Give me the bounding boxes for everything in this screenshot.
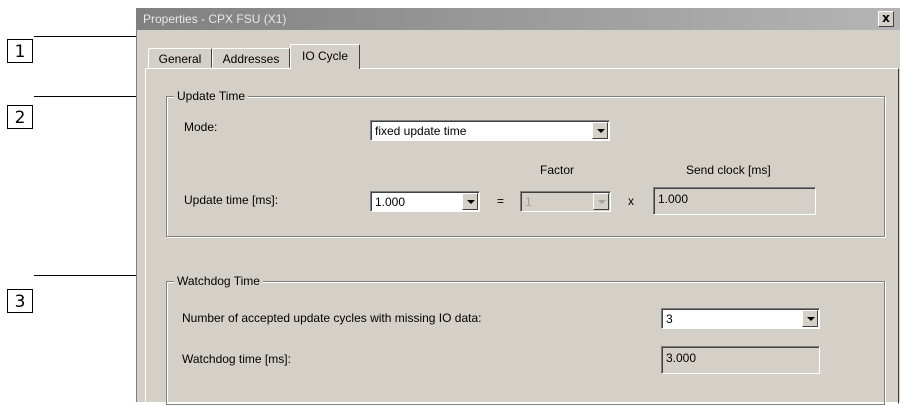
missing-cycles-select[interactable]: 3	[661, 308, 820, 329]
tab-general[interactable]: General	[148, 48, 212, 68]
missing-cycles-value: 3	[666, 312, 673, 326]
chevron-down-icon[interactable]	[592, 122, 608, 139]
update-time-group: Update Time Mode: fixed update time Fact…	[166, 89, 885, 237]
watchdog-time-field: 3.000	[661, 346, 820, 374]
send-clock-field: 1.000	[653, 187, 816, 215]
close-icon: x	[882, 11, 890, 25]
factor-select: 1	[520, 191, 611, 212]
update-time-select-value: 1.000	[375, 195, 406, 209]
watchdog-time-value: 3.000	[666, 351, 697, 365]
close-button[interactable]: x	[878, 11, 894, 27]
update-time-group-title: Update Time	[174, 89, 249, 103]
missing-cycles-label: Number of accepted update cycles with mi…	[182, 311, 482, 325]
chevron-down-icon[interactable]	[462, 193, 478, 210]
chevron-down-icon	[593, 193, 609, 210]
mode-label: Mode:	[184, 120, 218, 134]
tab-general-label: General	[158, 52, 202, 66]
update-time-select[interactable]: 1.000	[370, 191, 480, 212]
watchdog-time-group: Watchdog Time Number of accepted update …	[166, 274, 885, 405]
mode-select-value: fixed update time	[375, 124, 467, 138]
callout-2: 2	[7, 105, 33, 129]
watchdog-time-label: Watchdog time [ms]:	[182, 352, 291, 366]
title-bar[interactable]: Properties - CPX FSU (X1) x	[137, 8, 900, 30]
send-clock-value: 1.000	[658, 192, 689, 206]
tab-addresses-label: Addresses	[222, 52, 280, 66]
watchdog-time-group-title: Watchdog Time	[174, 274, 263, 288]
tab-addresses[interactable]: Addresses	[212, 48, 290, 68]
times-sign: x	[628, 194, 634, 208]
properties-dialog: Properties - CPX FSU (X1) x General Addr…	[136, 8, 900, 405]
update-time-label: Update time [ms]:	[184, 193, 279, 207]
send-clock-header: Send clock [ms]	[686, 163, 771, 177]
equals-sign: =	[497, 194, 505, 208]
callout-3: 3	[7, 289, 33, 313]
factor-select-value: 1	[525, 195, 532, 209]
tab-io-cycle-label: IO Cycle	[301, 49, 348, 63]
factor-header: Factor	[540, 163, 575, 177]
chevron-down-icon[interactable]	[802, 310, 818, 327]
tab-io-cycle[interactable]: IO Cycle	[290, 44, 360, 69]
callout-1: 1	[7, 39, 33, 63]
mode-select[interactable]: fixed update time	[370, 120, 610, 141]
tab-panel-io-cycle: Update Time Mode: fixed update time Fact…	[145, 68, 899, 405]
window-title: Properties - CPX FSU (X1)	[143, 12, 287, 26]
